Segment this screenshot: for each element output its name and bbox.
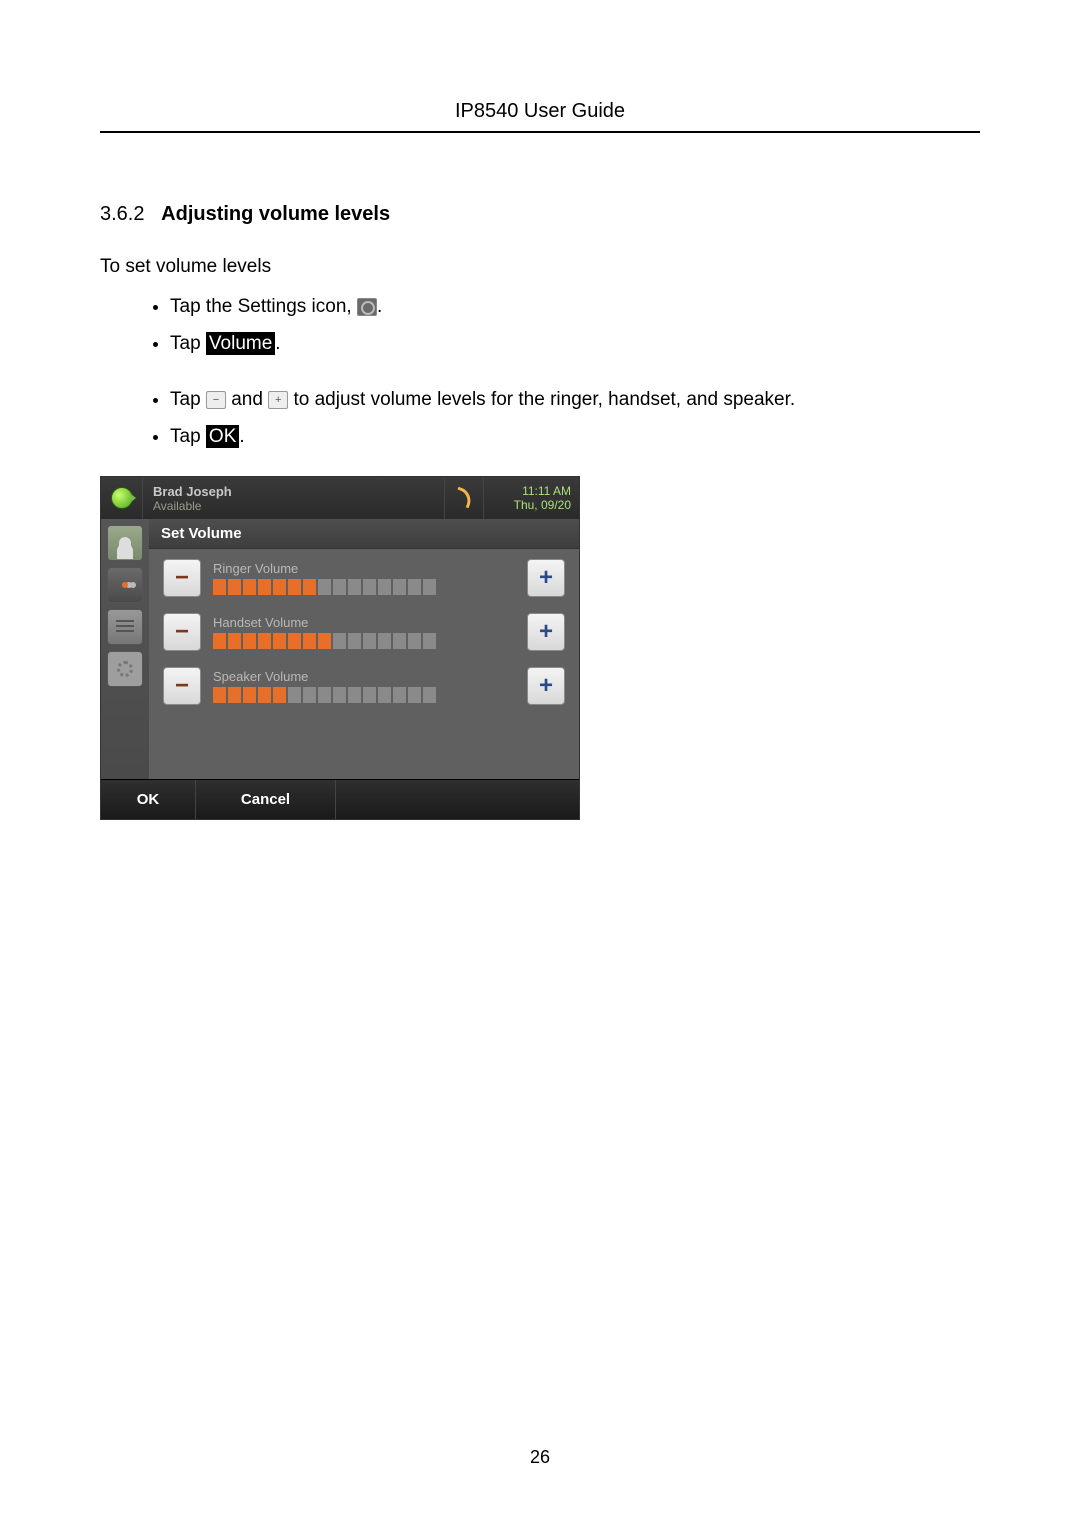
step-settings: Tap the Settings icon, .: [170, 293, 980, 322]
speaker-volume-bar: [213, 687, 515, 703]
step-volume: Tap Volume.: [170, 330, 980, 359]
sidebar-calllog-icon[interactable]: [107, 609, 143, 645]
presence-icon: [111, 487, 133, 509]
main-panel: Set Volume − Ringer Volume + − Handset V…: [149, 519, 579, 779]
handset-label: Handset Volume: [213, 615, 515, 630]
user-info: Brad Joseph Available: [143, 477, 444, 519]
page-number: 26: [0, 1447, 1080, 1468]
step-text: Tap: [170, 389, 206, 410]
handset-volume-row: − Handset Volume +: [149, 603, 579, 657]
cancel-button[interactable]: Cancel: [196, 780, 336, 819]
step-text: Tap: [170, 333, 206, 354]
section-title: Adjusting volume levels: [161, 203, 390, 225]
user-status: Available: [153, 499, 434, 513]
speaker-plus-button[interactable]: +: [527, 667, 565, 705]
settings-icon: [357, 298, 377, 316]
call-forward-button[interactable]: [444, 477, 484, 519]
user-name: Brad Joseph: [153, 484, 434, 499]
steps-list-2: Tap − and + to adjust volume levels for …: [100, 386, 980, 451]
plus-button-icon: +: [268, 391, 288, 409]
ringer-minus-button[interactable]: −: [163, 559, 201, 597]
section-number: 3.6.2: [100, 203, 144, 225]
sidebar-settings-icon[interactable]: [107, 651, 143, 687]
step-text: .: [377, 296, 382, 317]
step-text: Tap the Settings icon,: [170, 296, 357, 317]
date-text: Thu, 09/20: [492, 498, 571, 512]
bottom-bar: OK Cancel: [101, 779, 579, 819]
speaker-volume-row: − Speaker Volume +: [149, 657, 579, 711]
clock-area: 11:11 AM Thu, 09/20: [484, 477, 579, 519]
handset-plus-button[interactable]: +: [527, 613, 565, 651]
step-text: .: [275, 333, 280, 354]
handset-minus-button[interactable]: −: [163, 613, 201, 651]
sidebar-sound-icon[interactable]: [107, 567, 143, 603]
time-text: 11:11 AM: [492, 484, 571, 498]
steps-list: Tap the Settings icon, . Tap Volume.: [100, 293, 980, 358]
step-ok: Tap OK.: [170, 423, 980, 452]
panel-title: Set Volume: [149, 519, 579, 549]
ok-button[interactable]: OK: [101, 780, 196, 819]
section-heading: 3.6.2 Adjusting volume levels: [100, 203, 980, 226]
volume-highlight: Volume: [206, 332, 275, 355]
step-text: .: [239, 426, 244, 447]
speaker-label: Speaker Volume: [213, 669, 515, 684]
ringer-plus-button[interactable]: +: [527, 559, 565, 597]
ringer-volume-row: − Ringer Volume +: [149, 549, 579, 603]
page-header-title: IP8540 User Guide: [100, 100, 980, 131]
speaker-minus-button[interactable]: −: [163, 667, 201, 705]
presence-button[interactable]: [101, 477, 143, 519]
sidebar-contacts-icon[interactable]: [107, 525, 143, 561]
step-adjust: Tap − and + to adjust volume levels for …: [170, 386, 980, 415]
topbar: Brad Joseph Available 11:11 AM Thu, 09/2…: [101, 477, 579, 519]
sidebar: [101, 519, 149, 779]
header-rule: [100, 131, 980, 133]
ringer-volume-bar: [213, 579, 515, 595]
handset-volume-bar: [213, 633, 515, 649]
phone-screenshot: Brad Joseph Available 11:11 AM Thu, 09/2…: [100, 476, 580, 820]
call-forward-icon: [453, 487, 475, 509]
ok-highlight: OK: [206, 425, 239, 448]
step-text: and: [226, 389, 268, 410]
step-text: to adjust volume levels for the ringer, …: [288, 389, 795, 410]
intro-text: To set volume levels: [100, 256, 980, 278]
ringer-label: Ringer Volume: [213, 561, 515, 576]
minus-button-icon: −: [206, 391, 226, 409]
step-text: Tap: [170, 426, 206, 447]
